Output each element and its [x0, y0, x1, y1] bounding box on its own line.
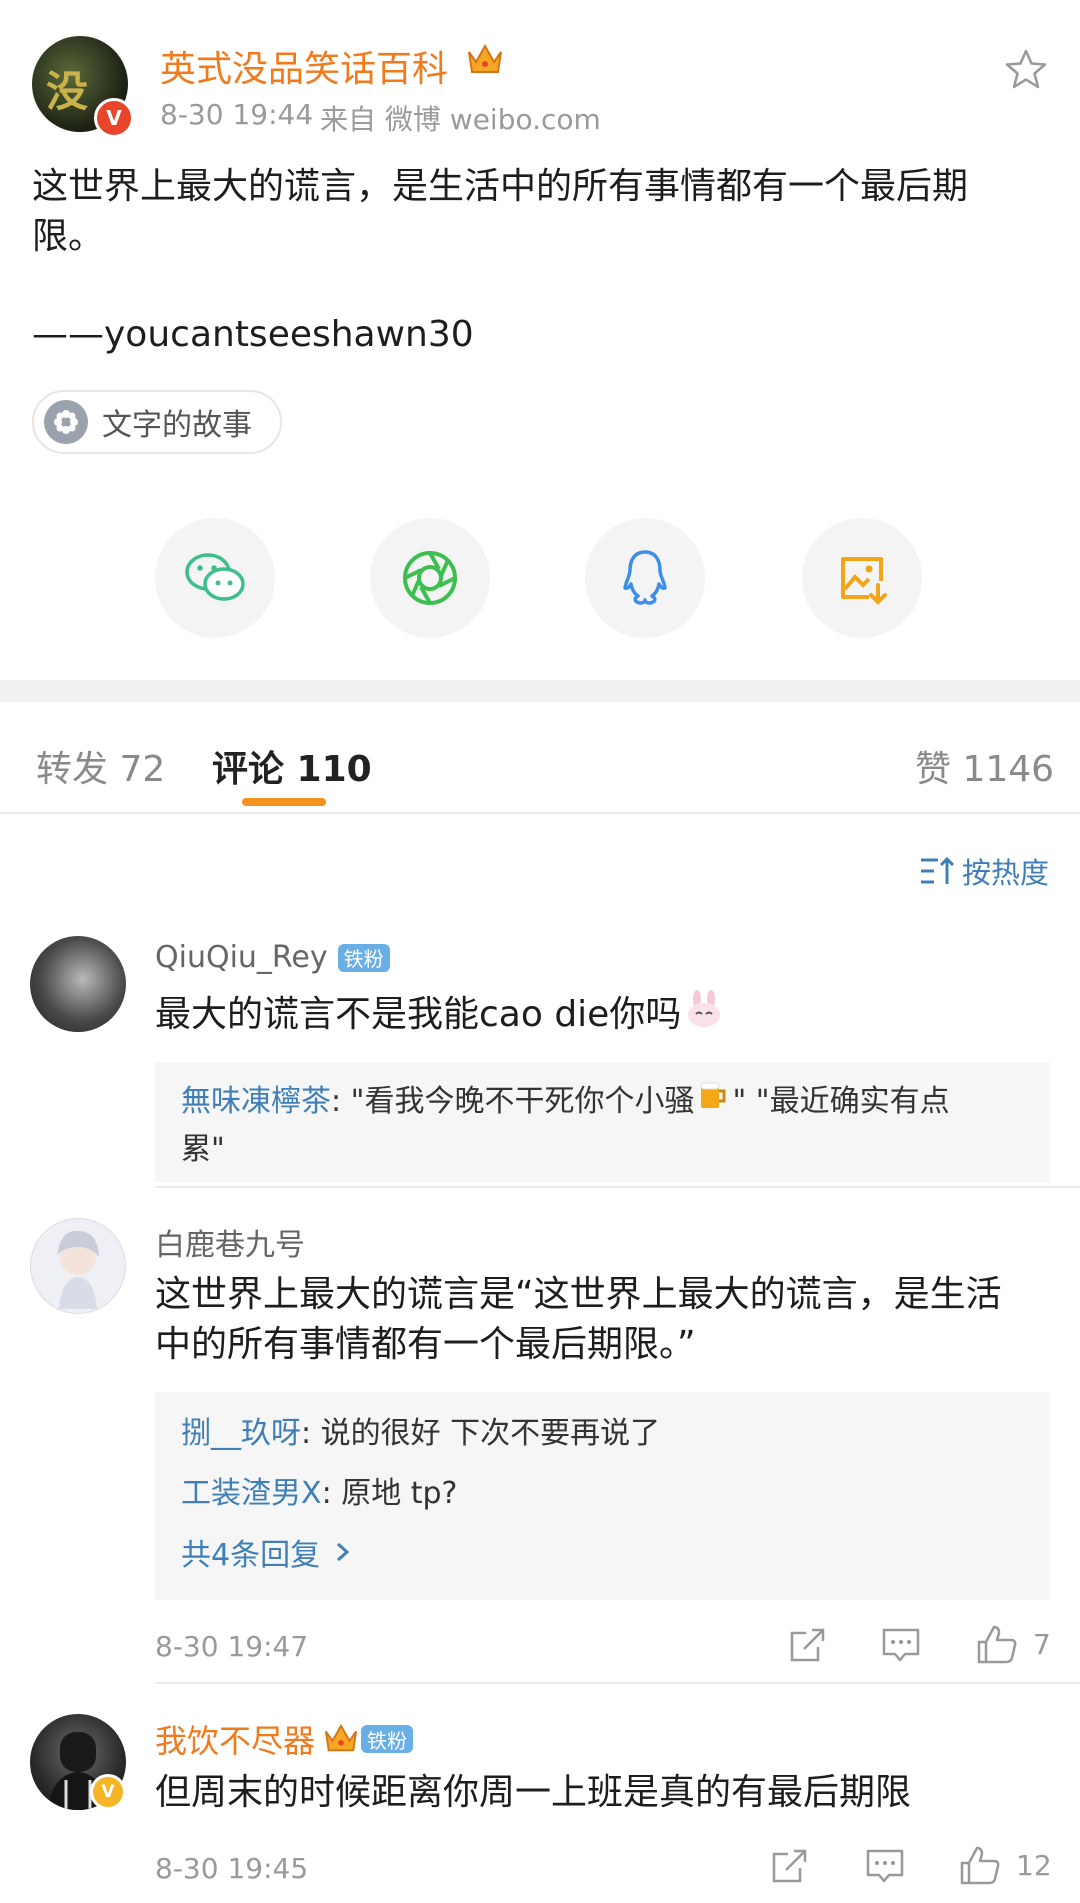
tab-comment[interactable]: 评论 110 — [212, 740, 372, 792]
reply-box[interactable]: 捌__玖呀: 说的很好 下次不要再说了 工装渣男X: 原地 tp? 共4条回复 — [155, 1392, 1050, 1600]
section-divider — [0, 680, 1080, 702]
share-qq-button[interactable] — [585, 518, 705, 638]
topic-tag[interactable]: 文字的故事 — [32, 390, 282, 454]
reply-line: 捌__玖呀: 说的很好 下次不要再说了 — [181, 1416, 661, 1451]
favorite-star-icon[interactable] — [1004, 48, 1048, 94]
qq-icon — [623, 550, 667, 605]
save-image-icon — [841, 557, 887, 605]
like-count: 12 — [1016, 1848, 1052, 1882]
share-wechat-button[interactable] — [155, 518, 275, 638]
wechat-icon — [185, 553, 245, 601]
post-text-line-2: 限。 — [32, 216, 105, 257]
comment-username[interactable]: QiuQiu_Rey — [155, 940, 328, 975]
verified-v-icon: V — [90, 1774, 126, 1810]
comment-time: 8-30 19:45 — [155, 1852, 309, 1885]
tabs-bottom-border — [0, 812, 1080, 814]
sort-label: 按热度 — [962, 856, 1050, 890]
save-image-button[interactable] — [802, 518, 922, 638]
reply-username[interactable]: 無味凍檸茶 — [181, 1084, 331, 1119]
chevron-right-icon — [337, 1542, 350, 1562]
view-all-replies-label: 共4条回复 — [181, 1538, 321, 1573]
share-moments-button[interactable] — [370, 518, 490, 638]
comment-separator — [155, 1682, 1080, 1684]
reply-username[interactable]: 捌__玖呀 — [181, 1416, 301, 1451]
post-author-name[interactable]: 英式没品笑话百科 — [160, 40, 448, 92]
comment-username[interactable]: 我饮不尽器 — [155, 1716, 315, 1762]
comment-avatar[interactable] — [30, 936, 126, 1032]
tab-repost[interactable]: 转发 72 — [36, 740, 165, 792]
rabbit-emoji-icon — [685, 990, 723, 1042]
comment-text: 最大的谎言不是我能cao die你吗 — [155, 990, 723, 1042]
topic-tag-label: 文字的故事 — [102, 408, 252, 443]
reply-line-continued: 累" — [181, 1132, 225, 1167]
comment-time: 8-30 19:47 — [155, 1630, 309, 1663]
tab-active-indicator — [242, 798, 326, 806]
post-time: 8-30 19:44 — [160, 98, 314, 131]
tab-like[interactable]: 赞 1146 — [915, 740, 1054, 792]
flower-icon — [44, 400, 88, 444]
comment-avatar[interactable] — [30, 1218, 126, 1314]
comment-separator — [155, 1186, 1080, 1188]
post-signature: ——youcantseeshawn30 — [32, 314, 474, 355]
post-text-line-1: 这世界上最大的谎言，是生活中的所有事情都有一个最后期 — [32, 166, 969, 207]
crown-icon — [466, 42, 504, 82]
like-comment-button[interactable]: 12 — [958, 1843, 1052, 1887]
reply-username[interactable]: 工装渣男X — [181, 1476, 322, 1511]
reply-line: 無味凍檸茶: "看我今晚不干死你个小骚 " "最近确实有点 — [181, 1078, 1031, 1127]
comment-username[interactable]: 白鹿巷九号 — [155, 1220, 305, 1264]
comment-text-line-2: 中的所有事情都有一个最后期限。” — [155, 1324, 696, 1365]
reply-comment-icon[interactable] — [864, 1846, 906, 1890]
reply-box[interactable]: 無味凍檸茶: "看我今晚不干死你个小骚 " "最近确实有点 累" — [155, 1062, 1050, 1182]
iron-fan-badge: 铁粉 — [361, 1725, 414, 1753]
verified-v-icon: V — [94, 98, 134, 138]
like-comment-button[interactable]: 7 — [975, 1622, 1051, 1666]
thumbs-up-icon — [977, 1625, 1017, 1664]
sort-by-heat-button[interactable]: 按热度 — [918, 850, 1049, 892]
reply-comment-icon[interactable] — [880, 1625, 922, 1669]
iron-fan-badge: 铁粉 — [337, 943, 390, 972]
post-source: 来自 微博 weibo.com — [320, 103, 601, 136]
comment-text: 但周末的时候距离你周一上班是真的有最后期限 — [155, 1772, 912, 1813]
reply-line: 工装渣男X: 原地 tp? — [181, 1476, 458, 1511]
like-count: 7 — [1033, 1627, 1051, 1661]
share-comment-icon[interactable] — [788, 1625, 828, 1669]
moments-icon — [403, 551, 457, 605]
thumbs-up-icon — [960, 1846, 1000, 1885]
comment-text-line-1: 这世界上最大的谎言是“这世界上最大的谎言，是生活 — [155, 1274, 1002, 1315]
sort-icon — [921, 856, 955, 884]
share-comment-icon[interactable] — [770, 1846, 810, 1890]
beer-emoji-icon — [696, 1078, 730, 1127]
view-all-replies-link[interactable]: 共4条回复 — [181, 1530, 354, 1574]
crown-icon — [323, 1722, 359, 1756]
